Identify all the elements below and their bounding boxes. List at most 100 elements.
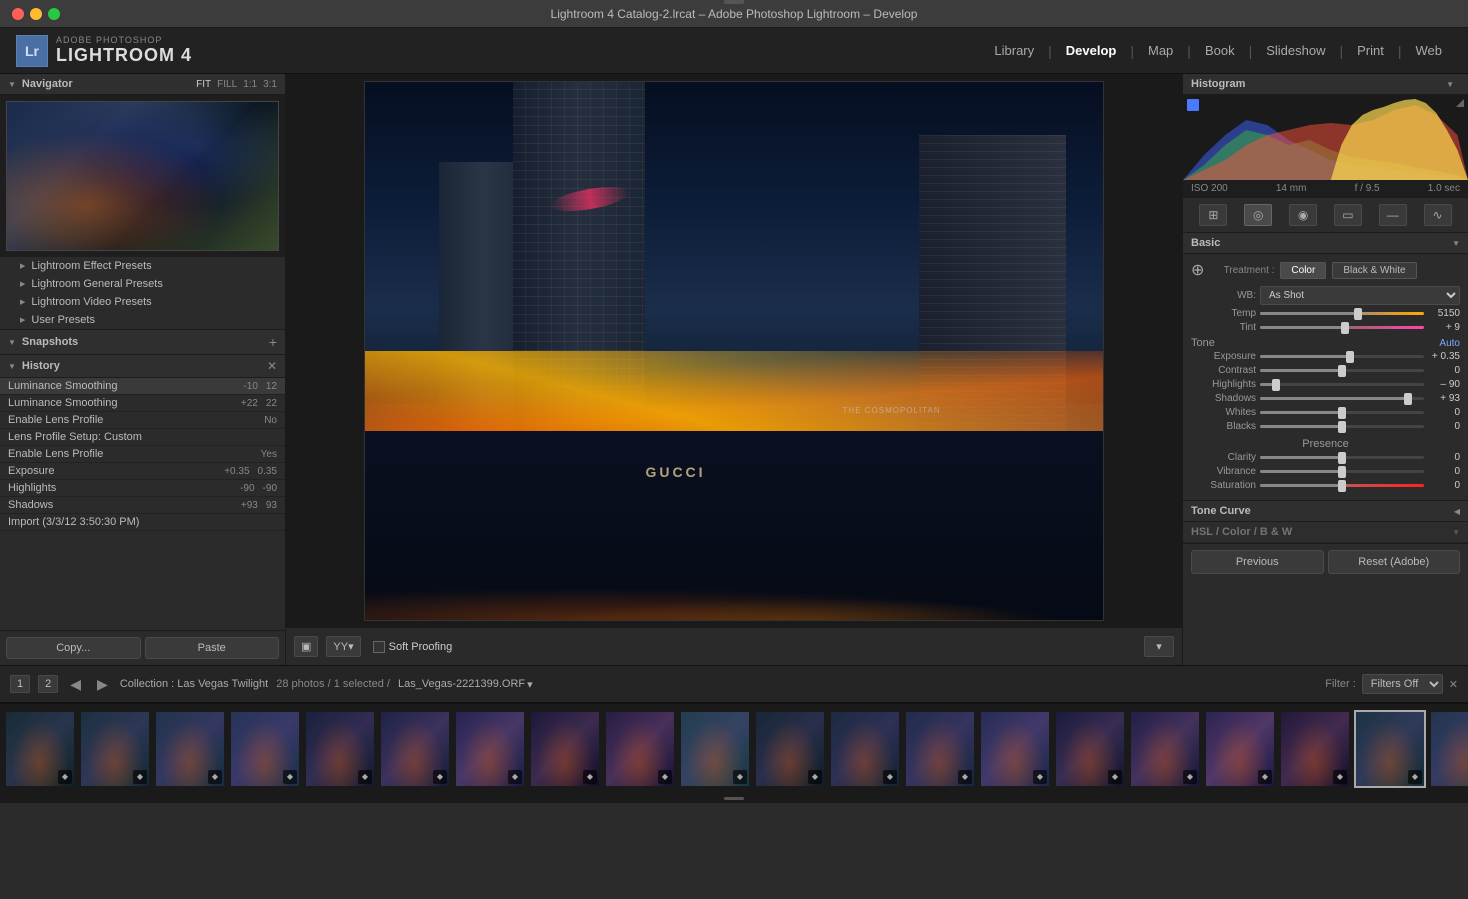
main-image-container[interactable]: THE COSMOPOLITAN GUCCI <box>286 74 1182 627</box>
nav-develop[interactable]: Develop <box>1056 39 1127 62</box>
radial-filter-button[interactable]: — <box>1379 204 1407 226</box>
adjustment-brush-button[interactable]: ∿ <box>1424 204 1452 226</box>
next-nav-button[interactable]: ▶ <box>93 676 112 693</box>
fit-fit[interactable]: FIT <box>196 79 211 90</box>
film-thumb[interactable]: ◆ <box>1129 710 1201 788</box>
film-thumb[interactable]: ◆ <box>529 710 601 788</box>
film-thumb[interactable]: ◆ <box>454 710 526 788</box>
redeye-button[interactable]: ◉ <box>1289 204 1317 226</box>
resize-handle[interactable] <box>724 0 744 4</box>
history-item[interactable]: Enable Lens Profile No <box>0 412 285 429</box>
film-thumb[interactable]: ◆ <box>304 710 376 788</box>
film-thumb[interactable]: ◆ <box>154 710 226 788</box>
nav-map[interactable]: Map <box>1138 39 1183 62</box>
history-header[interactable]: ▼ History ✕ <box>0 355 285 378</box>
preset-video[interactable]: ▶ Lightroom Video Presets <box>0 293 285 311</box>
film-thumb[interactable]: ◆ <box>1054 710 1126 788</box>
previous-button[interactable]: Previous <box>1191 550 1324 574</box>
wb-select[interactable]: As Shot Auto Daylight Custom <box>1260 286 1460 305</box>
whites-thumb[interactable] <box>1338 407 1346 419</box>
history-item[interactable]: Enable Lens Profile Yes <box>0 446 285 463</box>
preset-general[interactable]: ▶ Lightroom General Presets <box>0 275 285 293</box>
basic-section-header[interactable]: Basic ▼ <box>1183 233 1468 254</box>
history-item[interactable]: Luminance Smoothing -1012 <box>0 378 285 395</box>
view-num-2[interactable]: 2 <box>38 675 58 693</box>
film-thumb[interactable]: ◆ <box>229 710 301 788</box>
crop-tool-button[interactable]: ⊞ <box>1199 204 1227 226</box>
bw-treatment-button[interactable]: Black & White <box>1332 262 1416 279</box>
saturation-slider[interactable] <box>1260 484 1424 487</box>
exposure-thumb[interactable] <box>1346 351 1354 363</box>
film-thumb[interactable]: ◆ <box>1429 710 1468 788</box>
reset-button[interactable]: Reset (Adobe) <box>1328 550 1461 574</box>
filter-close-icon[interactable]: ✕ <box>1449 678 1458 691</box>
contrast-slider[interactable] <box>1260 369 1424 372</box>
soft-proof-checkbox[interactable] <box>373 641 385 653</box>
film-thumb[interactable]: ◆ <box>1279 710 1351 788</box>
history-close-button[interactable]: ✕ <box>267 359 277 373</box>
tint-slider[interactable] <box>1260 326 1424 329</box>
film-thumb[interactable]: ◆ <box>1204 710 1276 788</box>
view-mode-button[interactable]: ▣ <box>294 636 318 657</box>
history-item[interactable]: Lens Profile Setup: Custom <box>0 429 285 446</box>
blacks-slider[interactable] <box>1260 425 1424 428</box>
nav-library[interactable]: Library <box>984 39 1044 62</box>
film-thumb[interactable]: ◆ <box>904 710 976 788</box>
exposure-slider[interactable] <box>1260 355 1424 358</box>
blacks-thumb[interactable] <box>1338 421 1346 433</box>
saturation-thumb[interactable] <box>1338 480 1346 492</box>
histogram-header[interactable]: Histogram ▼ <box>1183 74 1468 95</box>
maximize-button[interactable] <box>48 8 60 20</box>
snapshots-header[interactable]: ▼ Snapshots + <box>0 330 285 355</box>
film-thumb[interactable]: ◆ <box>679 710 751 788</box>
temp-thumb[interactable] <box>1354 308 1362 320</box>
shadows-slider[interactable] <box>1260 397 1424 400</box>
view-num-1[interactable]: 1 <box>10 675 30 693</box>
copy-button[interactable]: Copy... <box>6 637 141 659</box>
clarity-slider[interactable] <box>1260 456 1424 459</box>
tone-curve-header[interactable]: Tone Curve ◀ <box>1183 501 1468 522</box>
auto-button[interactable]: Auto <box>1439 338 1460 349</box>
preset-user[interactable]: ▶ User Presets <box>0 311 285 329</box>
minimize-button[interactable] <box>30 8 42 20</box>
toolbar-dropdown[interactable]: ▾ <box>1144 636 1174 657</box>
film-thumb[interactable]: ◆ <box>604 710 676 788</box>
fit-fill[interactable]: FILL <box>217 79 237 90</box>
prev-nav-button[interactable]: ◀ <box>66 676 85 693</box>
clipping-highlight-indicator[interactable] <box>1456 99 1464 107</box>
filename-dropdown-icon[interactable]: ▾ <box>527 678 533 691</box>
temp-slider[interactable] <box>1260 312 1424 315</box>
film-thumb[interactable]: ◆ <box>379 710 451 788</box>
history-item[interactable]: Shadows +9393 <box>0 497 285 514</box>
history-item[interactable]: Highlights -90-90 <box>0 480 285 497</box>
color-treatment-button[interactable]: Color <box>1280 262 1326 279</box>
spot-removal-button[interactable]: ◎ <box>1244 204 1272 226</box>
nav-slideshow[interactable]: Slideshow <box>1256 39 1335 62</box>
history-item[interactable]: Luminance Smoothing +2222 <box>0 395 285 412</box>
nav-print[interactable]: Print <box>1347 39 1394 62</box>
navigator-header[interactable]: ▼ Navigator FIT FILL 1:1 3:1 <box>0 74 285 95</box>
graduated-filter-button[interactable]: ▭ <box>1334 204 1362 226</box>
paste-button[interactable]: Paste <box>145 637 280 659</box>
film-thumb[interactable]: ◆ <box>829 710 901 788</box>
tint-thumb[interactable] <box>1341 322 1349 334</box>
resize-bottom[interactable] <box>0 793 1468 803</box>
filter-select[interactable]: Filters Off Flagged Unflagged <box>1362 674 1443 694</box>
fit-3-1[interactable]: 3:1 <box>263 79 277 90</box>
hsl-header[interactable]: HSL / Color / B & W ▼ <box>1183 522 1468 543</box>
whites-slider[interactable] <box>1260 411 1424 414</box>
fit-1-1[interactable]: 1:1 <box>243 79 257 90</box>
film-thumb[interactable]: ◆ <box>1354 710 1426 788</box>
highlights-slider[interactable] <box>1260 383 1424 386</box>
nav-web[interactable]: Web <box>1406 39 1453 62</box>
preset-effect[interactable]: ▶ Lightroom Effect Presets <box>0 257 285 275</box>
eyedropper-tool[interactable]: ⊕ <box>1191 260 1204 280</box>
film-thumb[interactable]: ◆ <box>754 710 826 788</box>
film-thumb[interactable]: ◆ <box>4 710 76 788</box>
contrast-thumb[interactable] <box>1338 365 1346 377</box>
film-thumb[interactable]: ◆ <box>79 710 151 788</box>
history-item[interactable]: Exposure +0.350.35 <box>0 463 285 480</box>
film-thumb[interactable]: ◆ <box>979 710 1051 788</box>
highlights-thumb[interactable] <box>1272 379 1280 391</box>
vibrance-slider[interactable] <box>1260 470 1424 473</box>
